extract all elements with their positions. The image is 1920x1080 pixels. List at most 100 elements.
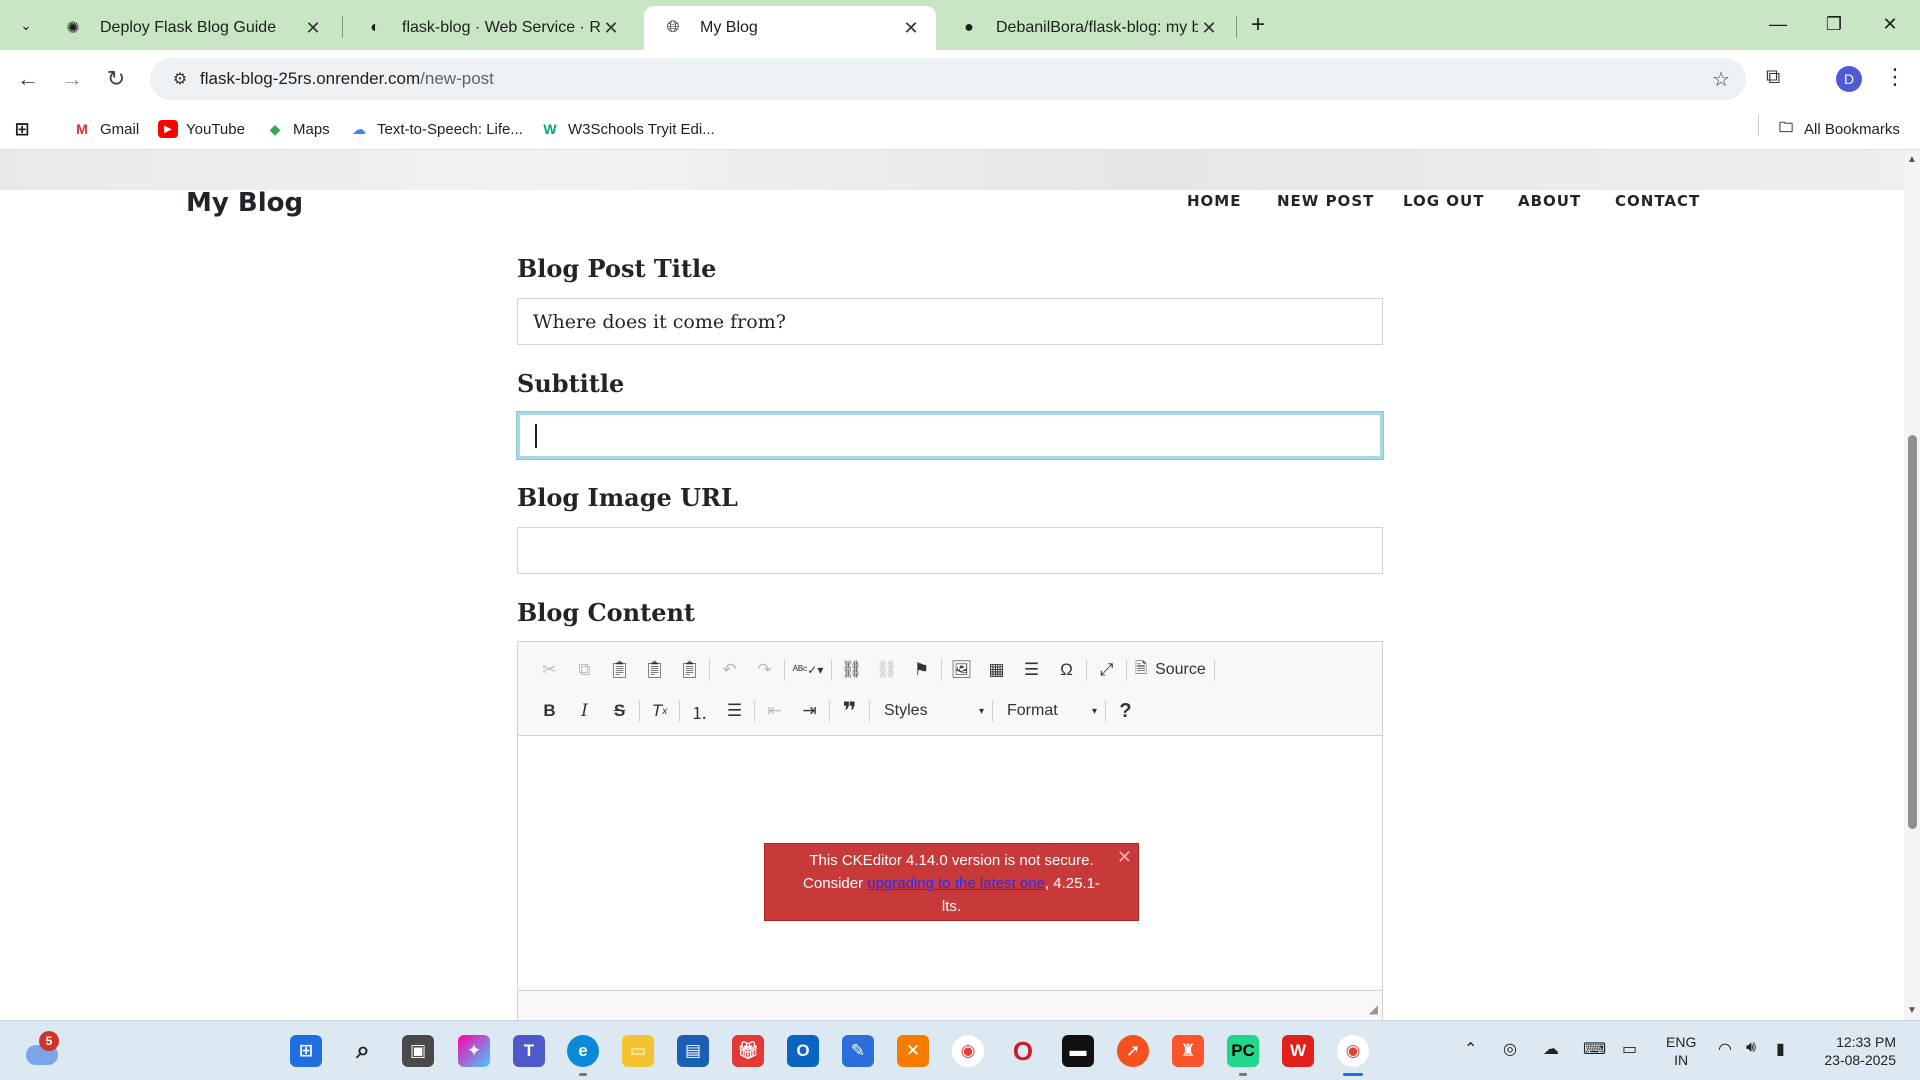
reload-button[interactable]: ↻	[100, 63, 132, 95]
outlook-icon[interactable]: O	[787, 1035, 819, 1067]
gift-icon[interactable]: 🎁︎	[732, 1035, 764, 1067]
strikethrough-icon[interactable]: S	[602, 696, 637, 726]
tray-app-icon[interactable]: ◎	[1503, 1039, 1517, 1059]
anchor-flag-icon[interactable]: ⚑	[904, 655, 939, 685]
nav-contact[interactable]: CONTACT	[1615, 192, 1700, 210]
paste-text-icon[interactable]: 📋︎	[637, 655, 672, 685]
notepad-icon[interactable]: ✎	[842, 1035, 874, 1067]
table-icon[interactable]: ▦	[979, 655, 1014, 685]
profile-avatar[interactable]: D	[1836, 66, 1862, 92]
edge-icon[interactable]: e	[567, 1035, 599, 1067]
title-input[interactable]: Where does it come from?	[517, 298, 1383, 345]
bookmark-youtube[interactable]: ▶ YouTube	[158, 116, 245, 142]
italic-icon[interactable]: I	[567, 696, 602, 726]
battery-icon[interactable]: ▮	[1776, 1039, 1785, 1059]
link-icon[interactable]: ⛓	[834, 655, 869, 685]
image-url-input[interactable]	[517, 527, 1383, 574]
weather-widget[interactable]: 5	[24, 1031, 60, 1067]
scroll-down-icon[interactable]: ▼	[1907, 1005, 1917, 1016]
nav-log-out[interactable]: LOG OUT	[1403, 192, 1484, 210]
opera-icon[interactable]: O	[1007, 1035, 1039, 1067]
copilot-icon[interactable]: ✦	[458, 1035, 490, 1067]
address-bar[interactable]: ⚙ flask-blog-25rs.onrender.com/new-post …	[150, 58, 1746, 100]
bookmark-w3schools[interactable]: W W3Schools Tryit Edi...	[540, 116, 714, 142]
undo-icon[interactable]: ↶	[712, 655, 747, 685]
show-hidden-icons[interactable]: ⌃	[1464, 1039, 1477, 1059]
upgrade-link[interactable]: upgrading to the latest one	[867, 875, 1045, 892]
bookmark-maps[interactable]: ◆ Maps	[265, 116, 330, 142]
bold-icon[interactable]: B	[532, 696, 567, 726]
format-dropdown[interactable]: Format ▾	[995, 697, 1103, 725]
close-icon[interactable]: ✕	[302, 18, 324, 39]
menu-icon[interactable]: ⋮	[1884, 64, 1906, 90]
horizontal-line-icon[interactable]: ☰	[1014, 655, 1049, 685]
outdent-icon[interactable]: ⇤	[757, 696, 792, 726]
source-button[interactable]: 🗎 Source	[1129, 658, 1212, 683]
close-icon[interactable]: ✕	[1198, 18, 1220, 39]
nav-home[interactable]: HOME	[1187, 192, 1241, 210]
tab-my-blog[interactable]: 🌐︎ My Blog ✕	[644, 6, 936, 50]
tab-github-repo[interactable]: ● DebanilBora/flask-blog: my blog ✕	[940, 6, 1234, 50]
copy-icon[interactable]: ⧉	[567, 655, 602, 685]
close-window-button[interactable]: ✕	[1870, 8, 1910, 40]
site-info-icon[interactable]: ⚙	[160, 69, 200, 89]
spellcheck-icon[interactable]: ᴬᴮᶜ✓▾	[787, 655, 829, 685]
pycharm-icon[interactable]: PC	[1227, 1035, 1259, 1067]
subtitle-input[interactable]	[517, 412, 1383, 459]
search-icon[interactable]: ⌕	[347, 1035, 379, 1067]
all-bookmarks[interactable]: 🗀 All Bookmarks	[1776, 116, 1900, 142]
tab-search-button[interactable]: ⌄	[10, 10, 42, 40]
unlink-icon[interactable]: ⛓	[869, 655, 904, 685]
paste-word-icon[interactable]: 📋︎	[672, 655, 707, 685]
nav-new-post[interactable]: NEW POST	[1277, 192, 1374, 210]
maximize-icon[interactable]: ⤢	[1089, 655, 1124, 685]
display-icon[interactable]: ▭	[1622, 1039, 1637, 1059]
site-brand[interactable]: My Blog	[186, 188, 303, 218]
apps-icon[interactable]: ⊞	[12, 116, 40, 142]
chrome-icon[interactable]: ◉	[952, 1035, 984, 1067]
task-view-icon[interactable]: ▣	[402, 1035, 434, 1067]
language-indicator[interactable]: ENG IN	[1666, 1033, 1696, 1069]
bookmark-text-to-speech[interactable]: ☁ Text-to-Speech: Life...	[349, 116, 523, 142]
bookmark-gmail[interactable]: M Gmail	[72, 116, 139, 142]
image-icon[interactable]: 🖼︎	[944, 655, 979, 685]
restore-button[interactable]: ❐	[1814, 8, 1854, 40]
xampp-icon[interactable]: ✕	[897, 1035, 929, 1067]
new-tab-button[interactable]: +	[1243, 10, 1273, 40]
styles-dropdown[interactable]: Styles ▾	[872, 697, 990, 725]
close-icon[interactable]: ✕	[1117, 846, 1132, 869]
resize-handle-icon[interactable]: ◢	[1369, 1002, 1378, 1016]
microsoft-store-icon[interactable]: ▤	[677, 1035, 709, 1067]
wifi-icon[interactable]: ◠	[1718, 1039, 1732, 1059]
scrollbar-thumb[interactable]	[1908, 435, 1917, 829]
bookmark-star-icon[interactable]: ☆	[1712, 67, 1730, 92]
help-button[interactable]: ?	[1108, 696, 1143, 726]
system-clock[interactable]: 12:33 PM 23-08-2025	[1808, 1033, 1896, 1069]
special-char-icon[interactable]: Ω	[1049, 655, 1084, 685]
chrome-icon[interactable]: ◉	[1337, 1035, 1369, 1067]
close-icon[interactable]: ✕	[900, 18, 922, 39]
forward-button[interactable]: →	[56, 63, 88, 95]
nav-about[interactable]: ABOUT	[1518, 192, 1581, 210]
extensions-icon[interactable]: ⧉	[1766, 66, 1780, 89]
volume-icon[interactable]: 🔊︎	[1746, 1039, 1756, 1057]
cut-icon[interactable]: ✂	[532, 655, 567, 685]
remove-format-icon[interactable]: Tx	[642, 696, 677, 726]
postman-icon[interactable]: ➚	[1117, 1035, 1149, 1067]
editor-content-area[interactable]: This CKEditor 4.14.0 version is not secu…	[518, 736, 1382, 986]
close-icon[interactable]: ✕	[600, 18, 622, 39]
numbered-list-icon[interactable]: ⒈	[682, 696, 717, 726]
teams-icon[interactable]: T	[513, 1035, 545, 1067]
minimize-button[interactable]: —	[1758, 8, 1798, 40]
scroll-up-icon[interactable]: ▲	[1907, 154, 1917, 165]
blockquote-icon[interactable]: ❞	[832, 696, 867, 726]
terminal-icon[interactable]: ▬	[1062, 1035, 1094, 1067]
wps-office-icon[interactable]: W	[1282, 1035, 1314, 1067]
brave-icon[interactable]: ♜	[1172, 1035, 1204, 1067]
paste-icon[interactable]: 📋︎	[602, 655, 637, 685]
file-explorer-icon[interactable]: ▭	[622, 1035, 654, 1067]
windows-start-icon[interactable]: ⊞	[290, 1035, 322, 1067]
indent-icon[interactable]: ⇥	[792, 696, 827, 726]
tab-render-service[interactable]: ◐ flask-blog · Web Service · Render ✕	[346, 6, 636, 50]
page-scrollbar[interactable]: ▲ ▼	[1904, 150, 1920, 1020]
